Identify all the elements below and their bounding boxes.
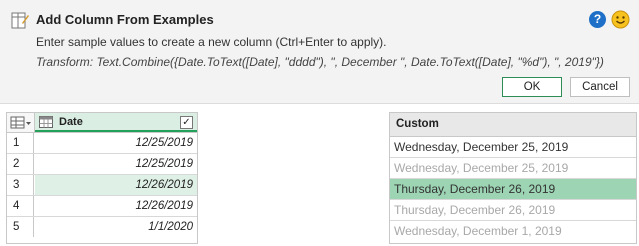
custom-column-panel: Custom Wednesday, December 25, 2019 Wedn… [389, 112, 637, 244]
dialog-header-panel: Add Column From Examples ? Enter sample … [0, 0, 639, 104]
table-menu-button[interactable] [7, 113, 35, 132]
row-number: 1 [7, 133, 34, 153]
calendar-type-icon [39, 116, 53, 128]
date-cell: 12/26/2019 [135, 200, 193, 212]
cancel-button[interactable]: Cancel [570, 77, 630, 97]
table-row[interactable]: 1 12/25/2019 [7, 133, 197, 154]
date-cell: 1/1/2020 [148, 221, 193, 233]
custom-suggested-cell[interactable]: Thursday, December 26, 2019 [390, 200, 636, 221]
date-column-header[interactable]: Date ✓ [35, 113, 197, 132]
row-number: 2 [7, 154, 34, 174]
column-examples-icon [11, 12, 29, 29]
row-number: 5 [7, 217, 34, 237]
custom-suggested-cell[interactable]: Wednesday, December 1, 2019 [390, 221, 636, 242]
row-number: 3 [7, 175, 34, 195]
date-column-label: Date [59, 116, 83, 128]
transform-formula: Transform: Text.Combine({Date.ToText([Da… [36, 55, 604, 69]
custom-suggested-cell[interactable]: Wednesday, December 25, 2019 [390, 158, 636, 179]
custom-example-cell[interactable]: Wednesday, December 25, 2019 [390, 137, 636, 158]
date-cell: 12/26/2019 [35, 175, 197, 195]
row-number: 4 [7, 196, 34, 216]
ok-button[interactable]: OK [502, 77, 562, 97]
table-row[interactable]: 4 12/26/2019 [7, 196, 197, 217]
dialog-title: Add Column From Examples [36, 12, 214, 27]
date-cell: 12/25/2019 [135, 158, 193, 170]
source-data-grid: Date ✓ 1 12/25/2019 2 12/25/2019 3 12/26… [6, 112, 198, 244]
custom-column-header[interactable]: Custom [390, 113, 636, 137]
smiley-feedback-icon[interactable] [611, 10, 630, 29]
table-row[interactable]: 5 1/1/2020 [7, 217, 197, 238]
custom-example-cell-selected[interactable]: Thursday, December 26, 2019 [390, 179, 636, 200]
table-row-selected[interactable]: 3 12/26/2019 [7, 175, 197, 196]
grid-header: Date ✓ [7, 113, 197, 133]
help-icon[interactable]: ? [589, 11, 606, 28]
column-include-checkbox[interactable]: ✓ [180, 116, 193, 129]
table-icon [10, 116, 31, 129]
dialog-instructions: Enter sample values to create a new colu… [36, 35, 387, 49]
table-row[interactable]: 2 12/25/2019 [7, 154, 197, 175]
date-cell: 12/25/2019 [135, 137, 193, 149]
